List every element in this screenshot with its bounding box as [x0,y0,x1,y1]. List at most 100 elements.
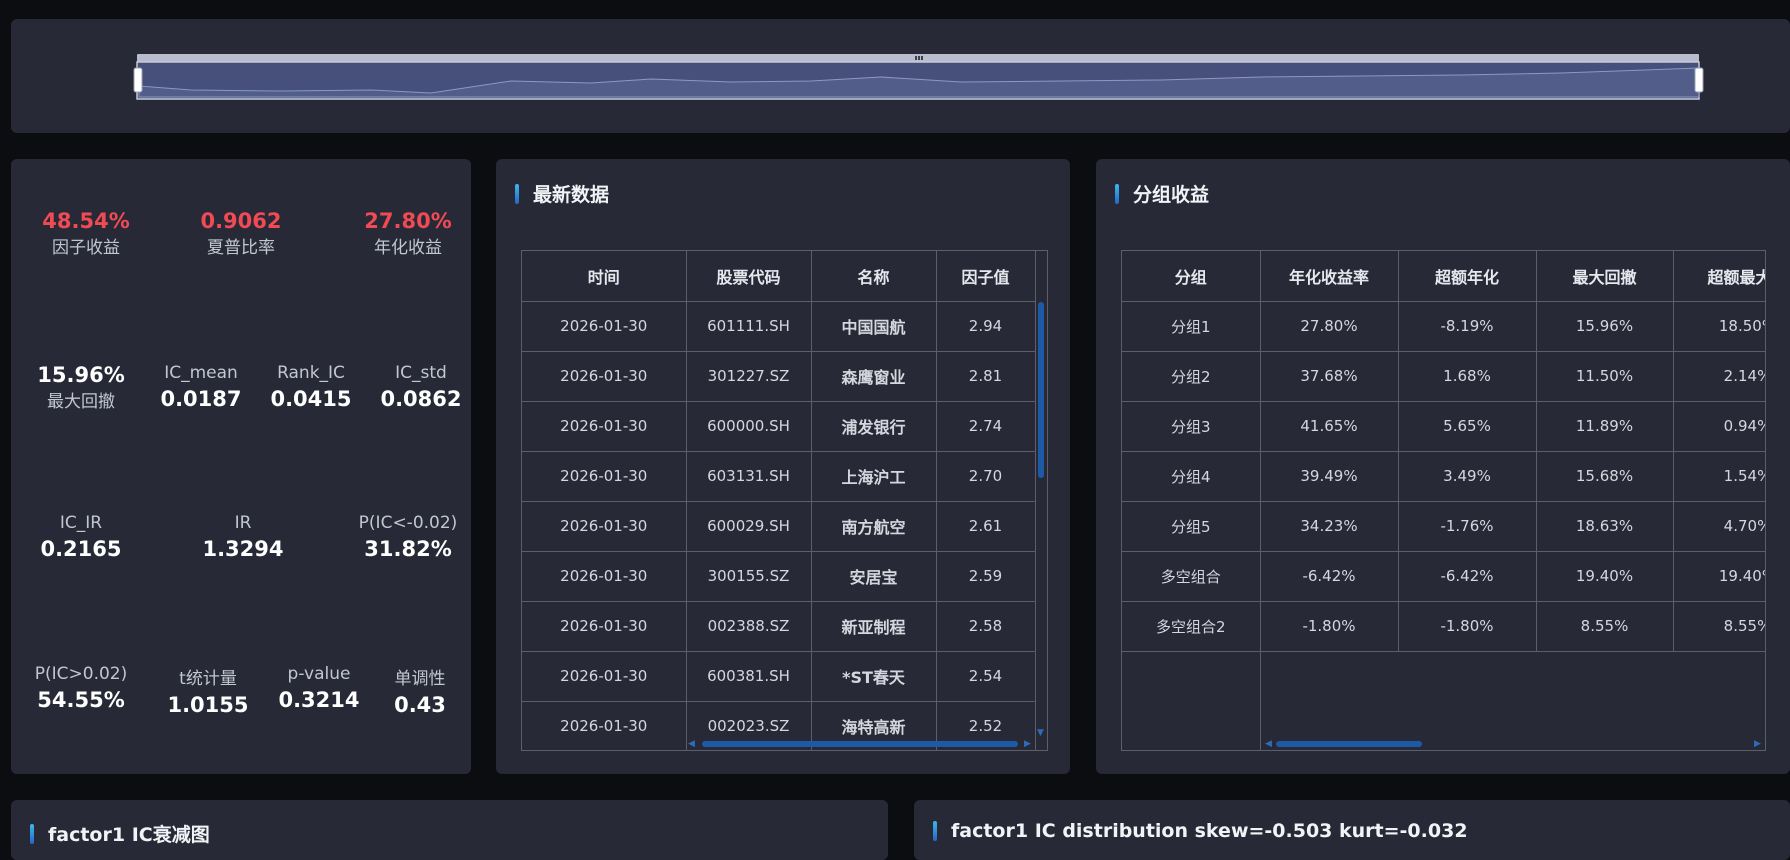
table-cell: 603131.SH [686,451,812,502]
table-row[interactable]: 分组439.49%3.49%15.68%1.54% [1122,451,1765,502]
table-cell: 27.80% [1260,301,1399,352]
table-cell: 19.40% [1673,551,1765,602]
slider-handle-right[interactable] [1694,67,1704,93]
col-header-time[interactable]: 时间 [522,251,687,302]
table-row[interactable]: 分组534.23%-1.76%18.63%4.70% [1122,501,1765,552]
factor-return-label: 因子收益 [52,238,120,258]
table-cell: -6.42% [1260,551,1399,602]
table-cell: 分组2 [1122,351,1261,402]
table-cell: 2026-01-30 [522,401,687,452]
table-cell: 2.61 [936,501,1036,552]
table-row[interactable]: 2026-01-30 600029.SH 南方航空 2.61 [522,501,1036,552]
table-cell: 森鹰窗业 [811,351,937,402]
table-cell: 15.68% [1536,451,1674,502]
table-row[interactable]: 2026-01-30 601111.SH 中国国航 2.94 [522,301,1036,352]
table-cell: 2.14% [1673,351,1765,402]
col-header-annual-return[interactable]: 年化收益率 [1260,251,1399,302]
table-row[interactable]: 分组237.68%1.68%11.50%2.14% [1122,351,1765,402]
table-cell: 301227.SZ [686,351,812,402]
table-cell: 上海沪工 [811,451,937,502]
scroll-right-arrow-icon[interactable]: ▶ [1754,739,1761,749]
table-cell: 4.70% [1673,501,1765,552]
table-cell: *ST春天 [811,651,937,702]
table-cell: -6.42% [1398,551,1537,602]
latest-data-panel: 最新数据 时间 股票代码 名称 因子值 2026-01-30 601111.SH 中… [496,159,1070,774]
scroll-down-arrow-icon[interactable]: ▼ [1037,728,1044,738]
max-drawdown-metric: 15.96% 最大回撤 [16,363,146,412]
col-header-name[interactable]: 名称 [811,251,937,302]
col-header-excess-annual[interactable]: 超额年化 [1398,251,1537,302]
col-header-excess-max-drawdown[interactable]: 超额最大回 [1673,251,1765,302]
table-cell: 2026-01-30 [522,651,687,702]
table-row[interactable]: 2026-01-30 002388.SZ 新亚制程 2.58 [522,601,1036,652]
latest-horizontal-scrollbar[interactable] [702,741,1018,747]
table-row[interactable]: 分组341.65%5.65%11.89%0.94% [1122,401,1765,452]
factor-return-metric: 48.54% 因子收益 [21,209,151,258]
ir-metric: IR 1.3294 [183,513,303,561]
ic-ir-label: IC_IR [59,513,103,533]
latest-vertical-scrollbar[interactable] [1038,302,1044,478]
scroll-right-arrow-icon[interactable]: ▶ [1024,739,1031,749]
table-row[interactable]: 多空组合-6.42%-6.42%19.40%19.40% [1122,551,1765,602]
table-cell: 2.74 [936,401,1036,452]
scroll-left-arrow-icon[interactable]: ◀ [688,739,695,749]
title-accent-bar [30,823,34,844]
table-cell: 19.40% [1536,551,1674,602]
table-row[interactable]: 多空组合2-1.80%-1.80%8.55%8.55% [1122,601,1765,652]
ic-std-label: IC_std [395,363,447,383]
table-cell: 0.94% [1673,401,1765,452]
group-horizontal-scrollbar[interactable] [1276,741,1422,747]
table-cell: 2.94 [936,301,1036,352]
table-row[interactable]: 2026-01-30 603131.SH 上海沪工 2.70 [522,451,1036,502]
max-drawdown-label: 最大回撤 [47,392,115,412]
slider-handle-left[interactable] [133,67,143,93]
ic-decay-title: factor1 IC衰减图 [30,820,210,847]
col-header-max-drawdown[interactable]: 最大回撤 [1536,251,1674,302]
table-cell: 600000.SH [686,401,812,452]
annual-return-metric: 27.80% 年化收益 [343,209,471,258]
grip-icon[interactable] [915,56,923,60]
p-ic-negative-value: 31.82% [364,537,452,561]
monotonicity-metric: 单调性 0.43 [370,664,470,717]
title-accent-bar [1115,183,1119,204]
table-cell: 002388.SZ [686,601,812,652]
table-cell: 41.65% [1260,401,1399,452]
col-header-factor[interactable]: 因子值 [936,251,1036,302]
table-cell: 2026-01-30 [522,351,687,402]
data-zoom-slider[interactable] [11,19,1790,133]
table-cell: 39.49% [1260,451,1399,502]
table-row[interactable]: 2026-01-30 301227.SZ 森鹰窗业 2.81 [522,351,1036,402]
ic-std-metric: IC_std 0.0862 [361,363,471,411]
p-ic-positive-label: P(IC>0.02) [34,664,128,684]
p-ic-negative-metric: P(IC<-0.02) 31.82% [343,513,471,561]
ic-mean-value: 0.0187 [160,387,242,411]
annual-return-label: 年化收益 [374,238,442,258]
p-value-value: 0.3214 [278,688,360,712]
table-row[interactable]: 分组127.80%-8.19%15.96%18.50% [1122,301,1765,352]
group-returns-table[interactable]: 分组 年化收益率 超额年化 最大回撤 超额最大回 分组127.80%-8.19%… [1121,250,1766,751]
table-cell: 南方航空 [811,501,937,552]
table-cell: 300155.SZ [686,551,812,602]
table-row[interactable]: 2026-01-30 600000.SH 浦发银行 2.74 [522,401,1036,452]
max-drawdown-value: 15.96% [37,363,125,387]
scroll-left-arrow-icon[interactable]: ◀ [1265,739,1272,749]
table-cell: 5.65% [1398,401,1537,452]
latest-data-table[interactable]: 时间 股票代码 名称 因子值 2026-01-30 601111.SH 中国国航 2.… [521,250,1048,751]
table-cell: 2.70 [936,451,1036,502]
table-row[interactable]: 2026-01-30 600381.SH *ST春天 2.54 [522,651,1036,702]
table-cell: 601111.SH [686,301,812,352]
table-row[interactable]: 2026-01-30 300155.SZ 安居宝 2.59 [522,551,1036,602]
ic-distribution-title: factor1 IC distribution skew=-0.503 kurt… [933,820,1468,842]
sharpe-ratio-label: 夏普比率 [207,238,275,258]
sharpe-ratio-value: 0.9062 [200,209,282,233]
col-header-code[interactable]: 股票代码 [686,251,812,302]
table-cell: 8.55% [1673,601,1765,652]
table-cell: 2026-01-30 [522,301,687,352]
monotonicity-label: 单调性 [394,669,446,689]
table-cell: 2026-01-30 [522,701,687,750]
table-cell: 11.89% [1536,401,1674,452]
title-accent-bar [933,821,937,841]
table-cell: 34.23% [1260,501,1399,552]
col-header-group[interactable]: 分组 [1122,251,1261,302]
table-cell: 2.58 [936,601,1036,652]
